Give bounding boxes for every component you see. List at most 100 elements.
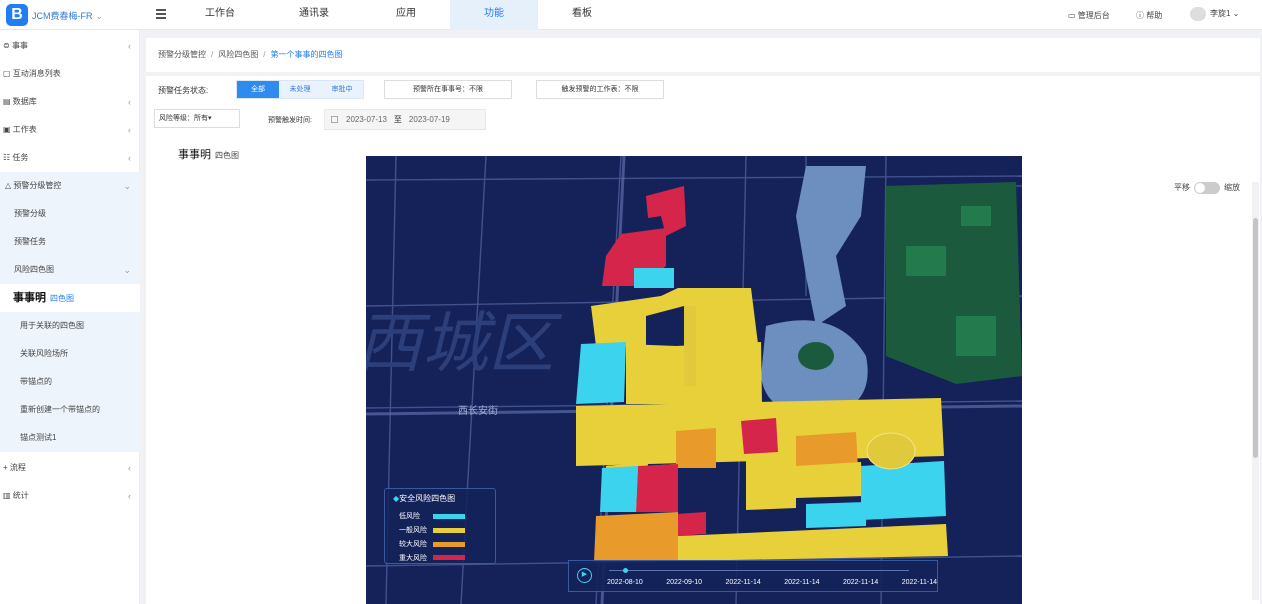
admin-link[interactable]: ▭ 管理后台 <box>1068 10 1110 21</box>
workflow-icon: + <box>3 463 10 472</box>
nav-contacts[interactable]: 通讯录 <box>284 0 344 30</box>
admin-label: 管理后台 <box>1077 11 1110 20</box>
risk-map[interactable]: 西城区 西长安街 ◆安全风险四色图 低风险 一般风险 较大风险 重大风险 ▶ 2… <box>366 156 1022 604</box>
user-menu[interactable]: 李旋1 ⌄ <box>1190 7 1239 21</box>
help-icon: ⓘ <box>1136 11 1147 20</box>
sidebar-item-messages[interactable]: ▢ 互动消息列表 <box>0 60 140 88</box>
sidebar-item-label: 工作表 <box>12 125 37 134</box>
sidebar-item-sublabel: 四色图 <box>50 294 74 303</box>
legend-item: 较大风险 <box>399 539 469 549</box>
sidebar-item-linked-map[interactable]: 用于关联的四色图 <box>0 312 140 340</box>
status-option-all[interactable]: 全部 <box>237 81 279 98</box>
legend-item: 重大风险 <box>399 553 469 563</box>
sidebar-item-warning-control[interactable]: △ 预警分级管控 ⌄ <box>0 172 140 200</box>
date-to: 2023-07-19 <box>408 115 450 124</box>
timeline-bar: ▶ 2022-08-10 2022-09-10 2022-11-14 2022-… <box>568 560 938 592</box>
sidebar-item-label: 用于关联的四色图 <box>20 321 84 330</box>
nav-dashboard[interactable]: 看板 <box>552 0 612 30</box>
task-icon: ☷ <box>3 153 13 162</box>
map-title-name: 事事明 <box>178 149 211 161</box>
sidebar-item-current-map[interactable]: 事事明 四色图 <box>0 284 140 312</box>
legend-swatch <box>433 528 465 533</box>
timeline-date[interactable]: 2022-11-14 <box>843 579 878 586</box>
map-panel: 预警任务状态: 全部 未处理 审批中 预警所在事事号：不限 触发预警的工作表：不… <box>146 76 1260 604</box>
status-option-approving[interactable]: 审批中 <box>321 81 363 98</box>
sidebar-item-label: 风险四色图 <box>14 265 54 274</box>
timeline-date[interactable]: 2022-08-10 <box>607 579 643 586</box>
road-label: 西长安街 <box>458 404 498 417</box>
chevron-down-icon: ⌄ <box>1230 9 1240 19</box>
timeline-date[interactable]: 2022-11-14 <box>902 579 937 586</box>
sidebar-item-events[interactable]: ⊜ 事事 ‹ <box>0 32 140 60</box>
breadcrumb-item[interactable]: 预警分级管控 <box>158 50 206 59</box>
sidebar-item-label: 数据库 <box>12 97 37 106</box>
sidebar-item-label: 事事 <box>11 41 28 50</box>
play-icon[interactable]: ▶ <box>577 568 592 583</box>
sidebar-item-worksheets[interactable]: ▣ 工作表 ‹ <box>0 116 140 144</box>
timeline-track[interactable] <box>609 570 909 571</box>
scrollbar-thumb[interactable] <box>1253 218 1258 458</box>
event-number-filter[interactable]: 预警所在事事号：不限 <box>384 80 512 99</box>
sidebar-item-workflow[interactable]: + 流程 ‹ <box>0 454 140 482</box>
sidebar-item-tasks[interactable]: ☷ 任务 ‹ <box>0 144 140 172</box>
sidebar-item-label: 互动消息列表 <box>12 69 61 78</box>
help-link[interactable]: ⓘ 帮助 <box>1136 10 1162 21</box>
sidebar-item-recreate-anchored[interactable]: 重新创建一个带锚点的 <box>0 396 140 424</box>
map-title: 事事明 四色图 <box>178 146 239 162</box>
nav-workbench[interactable]: 工作台 <box>190 0 250 30</box>
breadcrumb-item[interactable]: 风险四色图 <box>218 50 258 59</box>
sidebar-item-warning-level[interactable]: 预警分级 <box>0 200 140 228</box>
date-separator: 至 <box>393 115 402 124</box>
pan-zoom-toggle: 平移 缩放 <box>1174 182 1240 194</box>
sidebar-item-anchor-test[interactable]: 锚点测试1 <box>0 424 140 452</box>
risk-level-value: 风险等级：所有 <box>159 115 208 122</box>
legend-swatch <box>433 555 465 560</box>
status-option-unhandled[interactable]: 未处理 <box>279 81 321 98</box>
sidebar-item-label: 流程 <box>9 463 26 472</box>
sidebar-item-statistics[interactable]: ▥ 统计 ‹ <box>0 482 140 510</box>
sidebar-item-anchored[interactable]: 带锚点的 <box>0 368 140 396</box>
map-legend: ◆安全风险四色图 低风险 一般风险 较大风险 重大风险 <box>384 488 496 564</box>
top-bar: B JCM费春梅-FR ⌄ 工作台 通讯录 应用 功能 看板 ▭ 管理后台 ⓘ 帮… <box>0 0 1262 30</box>
timeline-handle[interactable] <box>623 568 628 573</box>
legend-item: 低风险 <box>399 511 469 521</box>
sidebar-item-label: 预警分级 <box>14 209 46 218</box>
menu-toggle-icon[interactable] <box>156 9 166 19</box>
sidebar-item-warning-task[interactable]: 预警任务 <box>0 228 140 256</box>
sidebar-item-linked-places[interactable]: 关联风险场所 <box>0 340 140 368</box>
chevron-icon: ‹ <box>128 41 131 51</box>
legend-title: ◆安全风险四色图 <box>393 494 456 503</box>
map-title-sub: 四色图 <box>215 151 239 160</box>
status-filter-segment: 全部 未处理 审批中 <box>236 80 364 99</box>
org-switcher[interactable]: JCM费春梅-FR ⌄ <box>32 9 103 22</box>
help-label: 帮助 <box>1146 11 1163 20</box>
timeline-date[interactable]: 2022-11-14 <box>726 579 761 586</box>
status-filter-label: 预警任务状态: <box>158 86 209 95</box>
legend-label: 低风险 <box>399 513 420 520</box>
avatar <box>1190 7 1206 21</box>
sidebar-item-database[interactable]: ▤ 数据库 ‹ <box>0 88 140 116</box>
app-logo[interactable]: B <box>6 4 28 26</box>
events-icon: ⊜ <box>3 41 12 50</box>
vertical-scrollbar[interactable] <box>1252 182 1259 600</box>
nav-functions[interactable]: 功能 <box>450 0 538 30</box>
chevron-icon: ‹ <box>128 153 131 163</box>
chevron-icon: ‹ <box>128 491 131 501</box>
chevron-icon: ‹ <box>128 97 131 107</box>
risk-level-select[interactable]: 风险等级：所有▾ <box>154 109 240 128</box>
sidebar-item-risk-map[interactable]: 风险四色图 ⌄ <box>0 256 140 284</box>
timeline-date[interactable]: 2022-09-10 <box>666 579 702 586</box>
timeline-date[interactable]: 2022-11-14 <box>784 579 819 586</box>
date-from: 2023-07-13 <box>346 115 387 124</box>
date-range-picker[interactable]: 2023-07-13 至 2023-07-19 <box>324 109 486 130</box>
caret-down-icon: ▾ <box>208 115 212 122</box>
time-filter-label: 预警触发时间: <box>268 117 312 124</box>
pan-zoom-switch[interactable] <box>1194 182 1220 194</box>
nav-apps[interactable]: 应用 <box>376 0 436 30</box>
worksheet-filter[interactable]: 触发预警的工作表：不限 <box>536 80 664 99</box>
monitor-icon: ▭ <box>1068 11 1078 20</box>
sidebar-item-label: 重新创建一个带锚点的 <box>20 405 100 414</box>
zoom-label: 缩放 <box>1224 183 1240 193</box>
sidebar-item-label: 锚点测试1 <box>20 433 57 442</box>
lakes <box>761 166 868 417</box>
